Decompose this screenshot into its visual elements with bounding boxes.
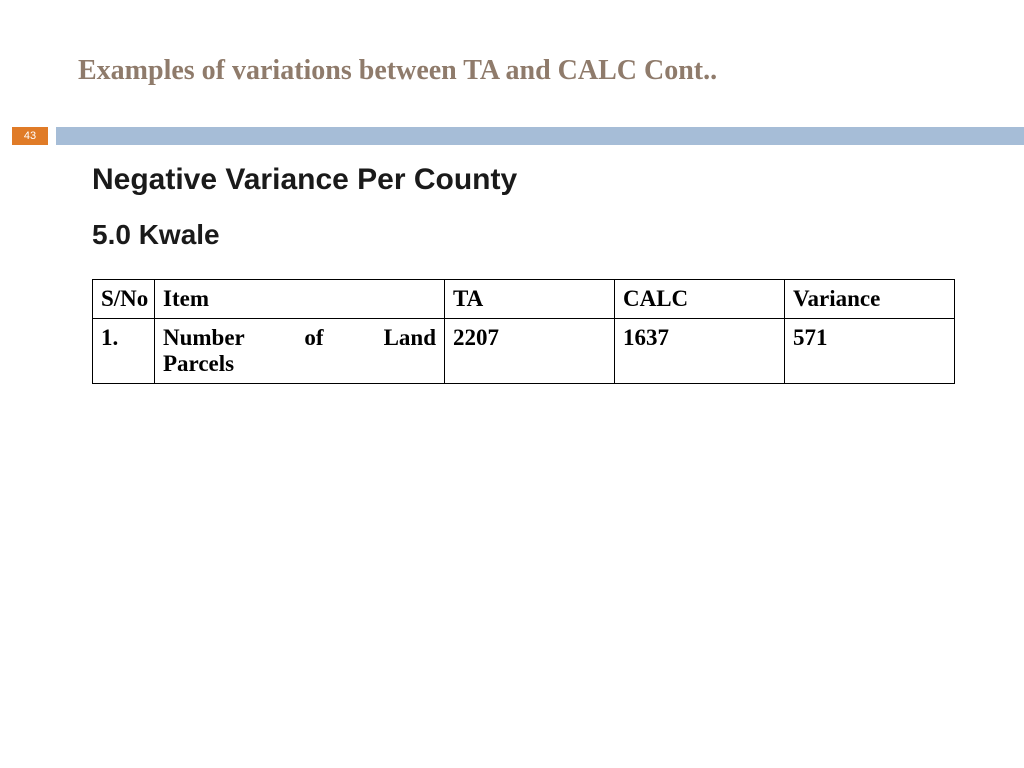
table-row: 1. Number of Land Parcels 2207 1637 571 bbox=[93, 319, 955, 384]
cell-sn: 1. bbox=[93, 319, 155, 384]
accent-bar-row: 43 bbox=[0, 127, 1024, 145]
section-heading: 5.0 Kwale bbox=[92, 219, 954, 251]
subtitle: Negative Variance Per County bbox=[92, 163, 954, 197]
col-ta: TA bbox=[445, 280, 615, 319]
cell-calc: 1637 bbox=[615, 319, 785, 384]
cell-var: 571 bbox=[785, 319, 955, 384]
col-calc: CALC bbox=[615, 280, 785, 319]
col-sn: S/No bbox=[93, 280, 155, 319]
col-item: Item bbox=[155, 280, 445, 319]
col-var: Variance bbox=[785, 280, 955, 319]
slide-title: Examples of variations between TA and CA… bbox=[78, 55, 1024, 87]
cell-item-line1: Number of Land bbox=[163, 325, 436, 350]
slide: Examples of variations between TA and CA… bbox=[0, 0, 1024, 768]
cell-item: Number of Land Parcels bbox=[155, 319, 445, 384]
variance-table: S/No Item TA CALC Variance 1. Number of … bbox=[92, 279, 955, 384]
slide-body: Negative Variance Per County 5.0 Kwale S… bbox=[92, 163, 954, 384]
accent-bar bbox=[56, 127, 1024, 145]
slide-number-chip: 43 bbox=[12, 127, 48, 145]
table-header-row: S/No Item TA CALC Variance bbox=[93, 280, 955, 319]
cell-item-line2: Parcels bbox=[163, 351, 436, 377]
cell-ta: 2207 bbox=[445, 319, 615, 384]
